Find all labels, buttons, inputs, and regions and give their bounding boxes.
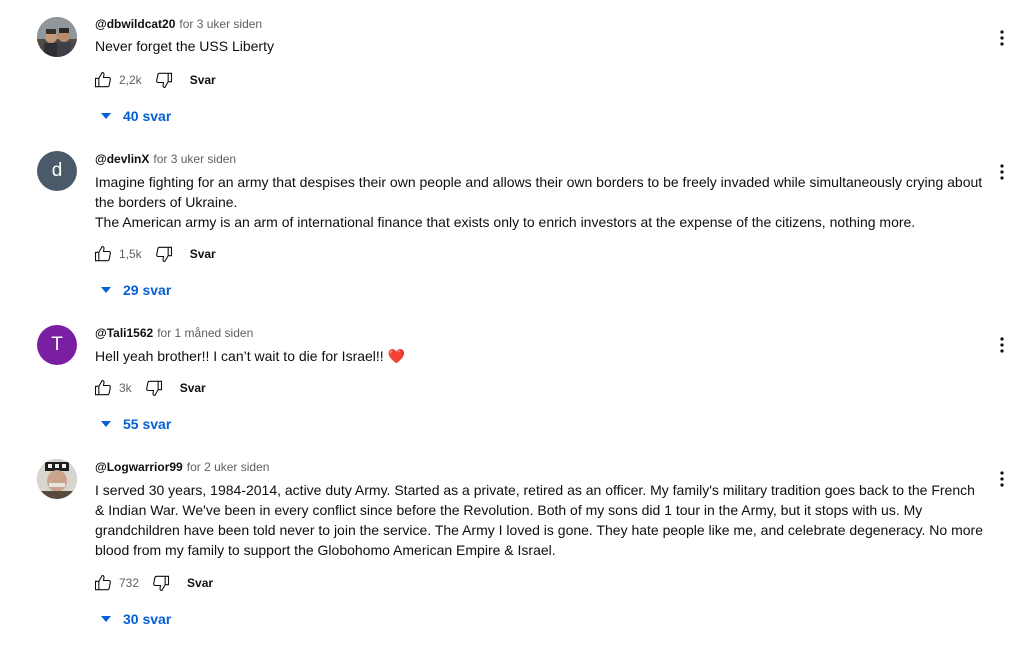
view-replies-button[interactable]: 55 svar xyxy=(99,414,171,434)
comment-actions: 3k Svar xyxy=(91,376,206,400)
reply-button[interactable]: Svar xyxy=(190,73,216,87)
comment-text: Hell yeah brother!! I can’t wait to die … xyxy=(95,346,984,366)
comment-header: @Logwarrior99 for 2 uker siden xyxy=(95,459,984,475)
view-replies-button[interactable]: 30 svar xyxy=(99,609,171,629)
view-replies-button[interactable]: 40 svar xyxy=(99,106,171,126)
reply-button[interactable]: Svar xyxy=(180,381,206,395)
avatar[interactable]: d xyxy=(37,151,77,191)
timestamp[interactable]: for 3 uker siden xyxy=(179,17,262,31)
comment-header: @devlinX for 3 uker siden xyxy=(95,151,984,167)
caret-down-icon xyxy=(99,109,113,123)
comment-body: @devlinX for 3 uker siden Imagine fightin… xyxy=(94,151,984,298)
comment-paragraph: The American army is an arm of internati… xyxy=(95,214,916,230)
comments-section: @dbwildcat20 for 3 uker siden Never forge… xyxy=(0,0,1024,649)
comment-paragraph: Imagine fighting for an army that despis… xyxy=(95,174,983,210)
more-vertical-icon xyxy=(1000,471,1004,487)
more-vertical-icon xyxy=(1000,164,1004,180)
more-vertical-icon xyxy=(1000,30,1004,46)
comment-body: @dbwildcat20 for 3 uker siden Never forge… xyxy=(94,16,984,124)
comment-thread: T @Tali1562 for 1 måned siden Hell yeah b… xyxy=(0,325,1024,435)
like-button[interactable] xyxy=(91,68,115,92)
thumb-up-icon xyxy=(94,245,111,262)
timestamp[interactable]: for 3 uker siden xyxy=(153,152,236,166)
dislike-button[interactable] xyxy=(149,571,173,595)
replies-count-label: 30 svar xyxy=(123,611,172,627)
author-handle[interactable]: @Tali1562 xyxy=(95,326,153,340)
comment-menu-button[interactable] xyxy=(994,26,1010,50)
like-button[interactable] xyxy=(91,376,115,400)
caret-down-icon xyxy=(99,417,113,431)
comment-header: @dbwildcat20 for 3 uker siden xyxy=(95,16,984,32)
thumb-up-icon xyxy=(94,379,111,396)
more-vertical-icon xyxy=(1000,337,1004,353)
comment-header: @Tali1562 for 1 måned siden xyxy=(95,325,984,341)
avatar-photo-image xyxy=(37,459,77,499)
comment-menu-button[interactable] xyxy=(994,333,1010,357)
caret-down-icon xyxy=(99,283,113,297)
author-handle[interactable]: @dbwildcat20 xyxy=(95,17,175,31)
timestamp[interactable]: for 2 uker siden xyxy=(187,460,270,474)
comment-paragraph: Never forget the USS Liberty xyxy=(95,38,274,54)
comment-actions: 732 Svar xyxy=(91,571,213,595)
replies-count-label: 29 svar xyxy=(123,282,172,298)
dislike-button[interactable] xyxy=(152,242,176,266)
comment-thread: d @devlinX for 3 uker siden Imagine fight… xyxy=(0,151,1024,301)
thumb-down-icon xyxy=(153,575,170,592)
comment-actions: 2,2k Svar xyxy=(91,68,216,92)
thumb-down-icon xyxy=(155,246,172,263)
comment-body: @Tali1562 for 1 måned siden Hell yeah bro… xyxy=(94,325,984,432)
like-count: 2,2k xyxy=(119,73,142,87)
thumb-up-icon xyxy=(94,574,111,591)
view-replies-button[interactable]: 29 svar xyxy=(99,280,171,300)
like-button[interactable] xyxy=(91,571,115,595)
like-count: 732 xyxy=(119,576,140,590)
like-button[interactable] xyxy=(91,242,115,266)
avatar[interactable] xyxy=(37,17,77,57)
comment-text: Imagine fighting for an army that despis… xyxy=(95,172,984,232)
avatar[interactable]: T xyxy=(37,325,77,365)
reply-button[interactable]: Svar xyxy=(190,247,216,261)
avatar-letter: T xyxy=(51,334,63,355)
like-count: 1,5k xyxy=(119,247,142,261)
comment-thread: @Logwarrior99 for 2 uker siden I served 3… xyxy=(0,459,1024,639)
thumb-down-icon xyxy=(145,380,162,397)
comment-text: I served 30 years, 1984-2014, active dut… xyxy=(95,480,984,560)
comment-thread: @dbwildcat20 for 3 uker siden Never forge… xyxy=(0,16,1024,126)
thumb-down-icon xyxy=(155,72,172,89)
comment-paragraph-text: Hell yeah brother!! I can’t wait to die … xyxy=(95,348,388,364)
comment-menu-button[interactable] xyxy=(994,467,1010,491)
replies-count-label: 40 svar xyxy=(123,108,172,124)
dislike-button[interactable] xyxy=(142,376,166,400)
like-count: 3k xyxy=(119,381,132,395)
reply-button[interactable]: Svar xyxy=(187,576,213,590)
avatar-photo-image xyxy=(37,17,77,57)
caret-down-icon xyxy=(99,612,113,626)
replies-count-label: 55 svar xyxy=(123,416,172,432)
author-handle[interactable]: @Logwarrior99 xyxy=(95,460,183,474)
comment-paragraph: I served 30 years, 1984-2014, active dut… xyxy=(95,482,983,558)
avatar-letter: d xyxy=(51,160,63,181)
timestamp[interactable]: for 1 måned siden xyxy=(157,326,253,340)
comment-body: @Logwarrior99 for 2 uker siden I served 3… xyxy=(94,459,984,627)
comment-paragraph: Hell yeah brother!! I can’t wait to die … xyxy=(95,346,984,366)
heart-emoji: ❤️ xyxy=(387,348,406,364)
comment-text: Never forget the USS Liberty xyxy=(95,36,984,56)
comment-actions: 1,5k Svar xyxy=(91,242,216,266)
dislike-button[interactable] xyxy=(152,68,176,92)
avatar[interactable] xyxy=(37,459,77,499)
thumb-up-icon xyxy=(94,71,111,88)
comment-menu-button[interactable] xyxy=(994,160,1010,184)
author-handle[interactable]: @devlinX xyxy=(95,152,149,166)
